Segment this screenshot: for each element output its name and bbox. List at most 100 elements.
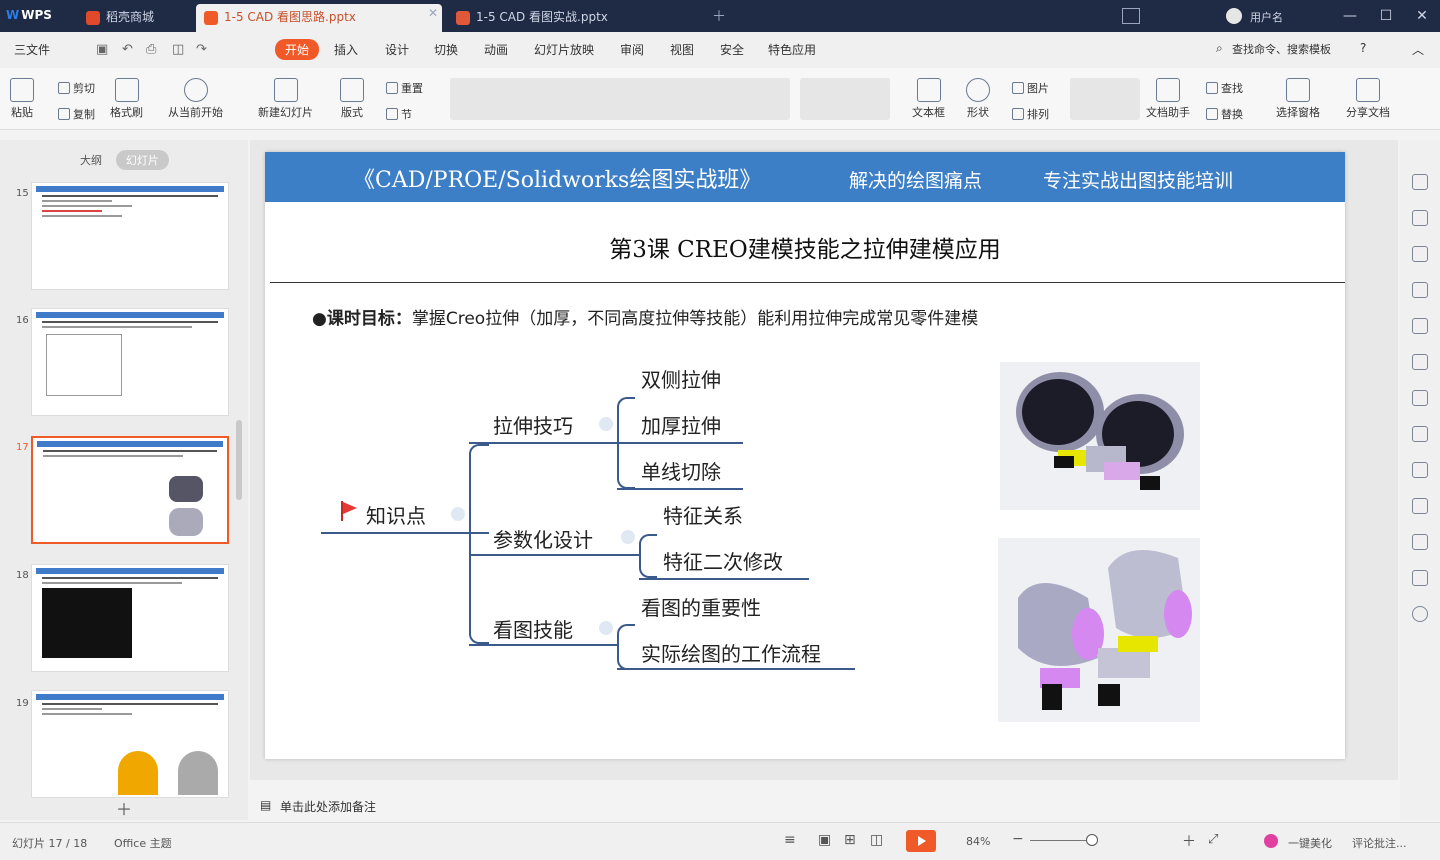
sidebar-icon[interactable]	[1412, 174, 1428, 190]
slide-thumbnail[interactable]	[31, 564, 229, 672]
zoom-level[interactable]: 84%	[966, 835, 990, 848]
doc-assistant-button[interactable]: 文档助手	[1146, 78, 1190, 120]
tab-store[interactable]: 稻壳商城	[78, 4, 154, 32]
slide-thumbnail[interactable]	[31, 690, 229, 798]
minimize-icon[interactable]: —	[1332, 0, 1368, 32]
preview-icon[interactable]: ◫	[172, 42, 184, 57]
command-search[interactable]: 查找命令、搜索模板	[1232, 41, 1331, 57]
help-icon[interactable]: ?	[1360, 41, 1366, 55]
menu-design[interactable]: 设计	[385, 41, 409, 58]
select-pane-icon	[1286, 78, 1310, 102]
root-connector-mid	[469, 532, 489, 534]
part-image-bottom[interactable]	[998, 538, 1200, 722]
close-window-icon[interactable]: ✕	[1404, 0, 1440, 32]
slide-thumbnail[interactable]	[31, 308, 229, 416]
menu-slideshow[interactable]: 幻灯片放映	[534, 41, 594, 58]
maximize-icon[interactable]: ☐	[1368, 0, 1404, 32]
undo-icon[interactable]: ↶	[122, 42, 133, 57]
fit-window-icon[interactable]: ⤢	[1208, 832, 1218, 847]
sorter-view-icon[interactable]: ⊞	[844, 832, 856, 848]
menu-file[interactable]: 三文件	[14, 41, 50, 58]
sidebar-icon[interactable]	[1412, 282, 1428, 298]
menu-animations[interactable]: 动画	[484, 41, 508, 58]
help-icon[interactable]	[1412, 606, 1428, 622]
replace-button[interactable]: 替换	[1206, 106, 1243, 122]
slide-thumbnail[interactable]	[31, 182, 229, 290]
tab-outline[interactable]: 大纲	[70, 150, 112, 170]
print-icon[interactable]: ⎙	[146, 42, 156, 57]
new-tab-icon[interactable]: ＋	[712, 6, 726, 26]
normal-view-icon[interactable]: ▣	[818, 832, 831, 848]
slide[interactable]: 《CAD/PROE/Solidworks绘图实战班》 解决的绘图痛点 专注实战出…	[265, 152, 1345, 759]
sidebar-icon[interactable]	[1412, 210, 1428, 226]
reading-view-icon[interactable]: ◫	[870, 832, 883, 848]
sidebar-icon[interactable]	[1412, 318, 1428, 334]
redo-icon[interactable]: ↷	[196, 42, 207, 57]
goal-text: 掌握Creo拉伸（加厚，不同高度拉伸等技能）能利用拉伸完成常见零件建模	[411, 309, 979, 329]
sidebar-icon[interactable]	[1412, 498, 1428, 514]
reset-button[interactable]: 重置	[386, 80, 423, 96]
collapse-icon[interactable]	[451, 507, 465, 521]
copy-button[interactable]: 复制	[58, 106, 95, 122]
cut-button[interactable]: 剪切	[58, 80, 95, 96]
save-icon[interactable]: ▣	[96, 42, 108, 57]
slide-thumbnail-selected[interactable]	[31, 436, 229, 544]
sidebar-icon[interactable]	[1412, 534, 1428, 550]
find-button[interactable]: 查找	[1206, 80, 1243, 96]
panel-scrollbar[interactable]	[236, 420, 242, 500]
share-button[interactable]: 分享文档	[1346, 78, 1390, 120]
sidebar-icon[interactable]	[1412, 390, 1428, 406]
sidebar-icon[interactable]	[1412, 462, 1428, 478]
menu-review[interactable]: 审阅	[620, 41, 644, 58]
menu-insert[interactable]: 插入	[334, 41, 358, 58]
zoom-slider-knob[interactable]	[1086, 834, 1098, 846]
menu-features[interactable]: 特色应用	[768, 41, 816, 58]
picture-button[interactable]: 图片	[1012, 80, 1049, 96]
collapse-icon[interactable]	[599, 417, 613, 431]
section-button[interactable]: 节	[386, 106, 412, 122]
tab-document[interactable]: 1-5 CAD 看图实战.pptx	[448, 4, 608, 32]
textbox-button[interactable]: 文本框	[912, 78, 945, 120]
collapse-ribbon-icon[interactable]: ︿	[1412, 41, 1424, 58]
menu-view[interactable]: 视图	[670, 41, 694, 58]
sidebar-icon[interactable]	[1412, 570, 1428, 586]
tab-document-active[interactable]: 1-5 CAD 看图思路.pptx	[196, 4, 442, 32]
collapse-icon[interactable]	[621, 530, 635, 544]
menu-security[interactable]: 安全	[720, 41, 744, 58]
layout-icon[interactable]	[1122, 8, 1140, 24]
notes-placeholder[interactable]: 单击此处添加备注	[280, 798, 376, 815]
ppt-file-icon	[204, 11, 218, 25]
notes-toggle-icon[interactable]: ≡	[784, 832, 796, 848]
account-name[interactable]: 用户名	[1250, 9, 1283, 25]
arrange-button[interactable]: 排列	[1012, 106, 1049, 122]
beautify-button[interactable]: 一键美化	[1288, 835, 1332, 851]
select-pane-button[interactable]: 选择窗格	[1276, 78, 1320, 120]
play-from-current-button[interactable]: 从当前开始	[168, 78, 223, 120]
avatar[interactable]	[1226, 8, 1242, 24]
sidebar-icon[interactable]	[1412, 246, 1428, 262]
layout-button[interactable]: 版式	[340, 78, 364, 120]
shape-button[interactable]: 形状	[966, 78, 990, 120]
part-image-top[interactable]	[1000, 362, 1200, 510]
zoom-in-icon[interactable]: ＋	[1182, 831, 1196, 851]
ribbon-toolbar: 粘贴 剪切 复制 格式刷 从当前开始 新建幻灯片 版式 重置 节 文本框 形状 …	[0, 68, 1440, 130]
paste-button[interactable]: 粘贴	[10, 78, 34, 120]
search-icon[interactable]: ⌕	[1216, 41, 1223, 56]
wps-logo[interactable]: W WPS	[6, 8, 52, 22]
play-slideshow-button[interactable]	[906, 830, 936, 852]
zoom-out-icon[interactable]: −	[1012, 831, 1024, 847]
new-slide-button[interactable]: 新建幻灯片	[258, 78, 313, 120]
menu-home[interactable]: 开始	[275, 39, 320, 60]
notes-bar[interactable]: ▤ 单击此处添加备注	[250, 792, 1398, 818]
collapse-icon[interactable]	[599, 621, 613, 635]
format-painter-button[interactable]: 格式刷	[110, 78, 143, 120]
add-slide-icon[interactable]: ＋	[116, 796, 132, 820]
style-group-blurred	[1070, 78, 1140, 120]
tab-slides[interactable]: 幻灯片	[115, 150, 169, 170]
theme-name[interactable]: Office 主题	[114, 835, 172, 851]
sidebar-icon[interactable]	[1412, 354, 1428, 370]
comments-button[interactable]: 评论批注...	[1352, 835, 1407, 851]
sidebar-icon[interactable]	[1412, 426, 1428, 442]
menu-transitions[interactable]: 切换	[434, 41, 458, 58]
close-tab-icon[interactable]: ✕	[428, 6, 438, 20]
